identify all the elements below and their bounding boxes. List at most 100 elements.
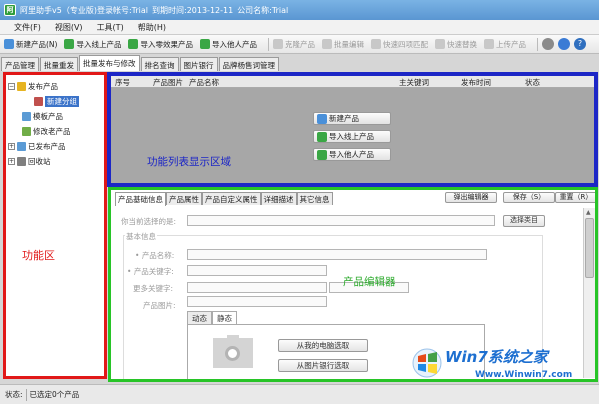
tab-static-image[interactable]: 静态 [212,311,237,324]
toolbar-separator [536,37,538,51]
from-computer-button[interactable]: 从我的电脑选取 [278,339,368,352]
tree-item-publish[interactable]: − 发布产品 [8,79,102,94]
import-online-icon [64,39,75,49]
import-online-icon [317,131,327,142]
list-new-product-button[interactable]: 新建产品 [313,112,391,125]
window-expiry: 到期时间:2013-12-11 [152,5,234,15]
edit-icon [22,127,31,136]
from-image-bank-button[interactable]: 从图片银行选取 [278,359,368,372]
tab-ranking-query[interactable]: 排名查询 [140,57,179,71]
menu-file[interactable]: 文件(F) [14,22,41,33]
editor-area-label: 产品编辑器 [343,276,396,288]
new-product-button[interactable]: 新建产品(N) [4,39,57,50]
tab-custom-attributes[interactable]: 产品自定义属性 [202,192,261,205]
new-product-label: 新建产品(N) [16,39,58,49]
import-online-label: 导入线上产品 [76,39,122,49]
list-import-others-button[interactable]: 导入他人产品 [313,148,391,161]
window-company: 公司名称:Trial [237,5,289,15]
quick-replace-button[interactable]: 快速替换 [434,39,477,50]
import-others-button[interactable]: 导入他人产品 [199,39,257,50]
import-others-label: 导入他人产品 [211,39,257,49]
tree-item-template[interactable]: 模板产品 [8,109,102,124]
product-image-label: 产品图片: [143,301,176,310]
menu-view[interactable]: 视图(V) [55,22,83,33]
quick-match-label: 快速四项匹配 [382,39,428,49]
column-status[interactable]: 状态 [525,77,540,88]
more-keywords-field-3[interactable] [187,296,327,307]
tree-item-label: 修改老产品 [33,127,71,136]
product-keyword-field[interactable] [187,265,327,276]
column-keyword[interactable]: 主关键词 [399,77,429,88]
upload-button[interactable]: 上传产品 [483,39,526,50]
column-image[interactable]: 产品图片 [153,77,183,88]
tree-item-modify-old[interactable]: 修改老产品 [8,124,102,139]
settings-icon[interactable] [541,38,554,50]
upload-label: 上传产品 [495,39,526,49]
toolbar-separator [267,37,269,51]
save-button[interactable]: 保存（S） [503,192,555,203]
help-icon[interactable]: ? [573,38,586,50]
column-name[interactable]: 产品名称 [189,77,219,88]
import-online-button[interactable]: 导入线上产品 [64,39,121,50]
import-zero-effect-button[interactable]: 导入零效果产品 [128,39,193,50]
column-publish-time[interactable]: 发布时间 [461,77,491,88]
tree-item-recycle[interactable]: + 回收站 [8,154,102,169]
tree-item-label: 模板产品 [33,112,63,121]
account-icon[interactable] [557,38,570,50]
import-others-icon [199,39,210,49]
menu-help[interactable]: 帮助(H) [138,22,166,33]
app-icon: 阿 [4,4,16,16]
tree-item-label: 发布产品 [28,82,58,91]
import-zero-effect-label: 导入零效果产品 [140,39,193,49]
quick-replace-label: 快速替换 [446,39,477,49]
watermark: Win7系统之家 Www.Winwin7.com [412,346,596,384]
tree-item-published[interactable]: + 已发布产品 [8,139,102,154]
tab-basic-info[interactable]: 产品基础信息 [115,192,166,206]
camera-icon [213,335,253,368]
expand-icon[interactable]: + [8,143,15,150]
product-name-label: • 产品名称: [135,251,175,260]
expand-icon[interactable]: + [8,158,15,165]
column-index[interactable]: 序号 [115,77,130,88]
published-icon [17,142,26,151]
status-text: 已选定0个产品 [29,390,80,399]
tab-other-info[interactable]: 其它信息 [296,192,333,205]
tab-attributes[interactable]: 产品属性 [166,192,202,205]
batch-edit-button[interactable]: 批量编辑 [321,39,364,50]
batch-edit-label: 批量编辑 [333,39,364,49]
product-name-text: 产品名称: [141,251,175,260]
tab-brand-sales-words[interactable]: 品牌杨售词管理 [218,57,279,71]
popup-editor-button[interactable]: 弹出编辑器 [445,192,497,203]
import-zero-effect-icon [128,39,139,49]
watermark-title: Win7系统之家 [445,348,548,366]
more-keywords-field-1[interactable] [187,282,327,293]
scroll-thumb[interactable] [585,218,594,278]
editor-tabs: 产品基础信息 产品属性 产品自定义属性 详细描述 其它信息 [115,192,333,206]
quick-match-button[interactable]: 快速四项匹配 [370,39,428,50]
tab-description[interactable]: 详细描述 [260,192,297,205]
quick-replace-icon [434,39,445,49]
scroll-up-icon[interactable]: ▲ [586,209,591,216]
choose-category-button[interactable]: 选择类目 [503,215,545,227]
product-name-field[interactable] [187,249,487,260]
tab-dynamic-image[interactable]: 动态 [187,311,212,324]
clone-label: 克隆产品 [284,39,315,49]
tab-batch-repost[interactable]: 批量重发 [40,57,78,71]
tab-image-bank[interactable]: 图片银行 [179,57,218,71]
menu-bar: 文件(F) 视图(V) 工具(T) 帮助(H) [0,20,599,35]
collapse-icon[interactable]: − [8,83,15,90]
list-area-label: 功能列表显示区域 [147,156,231,168]
tab-batch-publish[interactable]: 批量发布与修改 [79,55,140,71]
selected-category-field[interactable] [187,215,495,226]
clone-button[interactable]: 克隆产品 [272,39,315,50]
list-import-online-button[interactable]: 导入线上产品 [313,130,391,143]
menu-tools[interactable]: 工具(T) [97,22,124,33]
upload-icon [483,39,494,49]
list-header: 序号 产品图片 产品名称 主关键词 发布时间 状态 [111,76,594,88]
reset-button[interactable]: 重置（R） [555,192,595,203]
clone-icon [272,39,283,49]
product-keyword-text: 产品关键字: [133,267,174,276]
tree-item-new-group[interactable]: 新建分组 [8,94,102,109]
tab-product-management[interactable]: 产品管理 [1,57,39,71]
basic-info-legend: 基本信息 [125,231,157,242]
